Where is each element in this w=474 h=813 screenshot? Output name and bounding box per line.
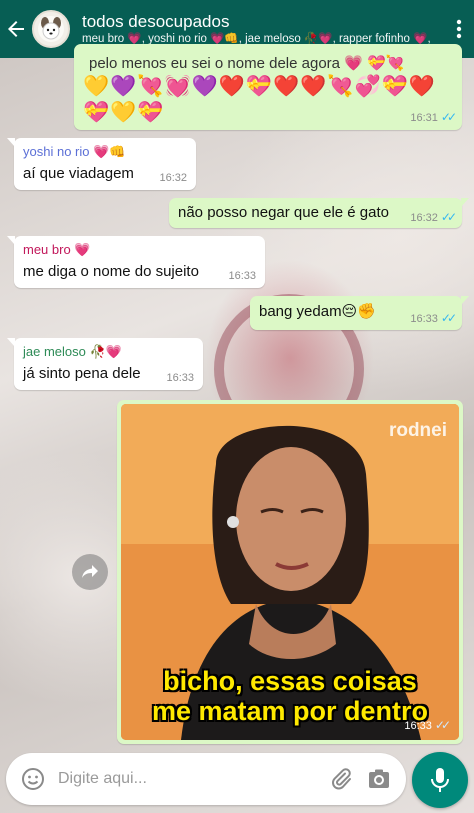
read-ticks-icon: ✓✓ <box>440 311 457 325</box>
forward-icon <box>82 565 98 578</box>
emoji-button[interactable] <box>18 764 48 794</box>
group-name: todos desocupados <box>82 11 230 31</box>
attach-button[interactable] <box>326 764 356 794</box>
message-sender: jae meloso 🥀💗 <box>23 344 122 359</box>
group-avatar[interactable] <box>32 10 70 48</box>
read-ticks-icon: ✓✓ <box>434 718 451 732</box>
meme-caption-line: bicho, essas coisas <box>163 666 417 696</box>
message-time: 16:33 <box>166 372 194 384</box>
more-vert-icon <box>456 19 462 39</box>
message-sender: yoshi no rio 💗👊 <box>23 144 126 159</box>
chat-title[interactable]: todos desocupados meu bro 💗, yoshi no ri… <box>82 12 444 47</box>
message-composer <box>6 753 406 805</box>
emoji-line: 💛💜💘💓💜❤️💝❤️❤️💘💞💝❤️ <box>83 75 436 98</box>
message-text: me diga o nome do sujeito <box>23 263 199 280</box>
mic-button[interactable] <box>412 752 468 808</box>
emoji-line: 💝💛💝 <box>83 101 165 124</box>
message-time: 16:33 ✓✓ <box>410 311 457 325</box>
read-ticks-icon: ✓✓ <box>440 110 457 124</box>
back-arrow-icon <box>8 21 24 37</box>
paperclip-icon <box>332 768 351 790</box>
meme-caption: bicho, essas coisas me matam por dentro <box>121 666 459 726</box>
message-incoming[interactable]: yoshi no rio 💗👊 aí que viadagem 16:32 <box>7 138 196 190</box>
message-input[interactable] <box>58 770 318 788</box>
message-time: 16:31 ✓✓ <box>410 110 457 124</box>
image-message[interactable]: rodnei bicho, essas coisas me matam por … <box>117 400 463 744</box>
message-sender: meu bro 💗 <box>23 242 91 257</box>
avatar-image <box>38 16 64 42</box>
meme-watermark: rodnei <box>388 420 447 441</box>
message-time: 16:33 <box>228 270 256 282</box>
message-time: 16:33 ✓✓ <box>404 718 451 732</box>
read-ticks-icon: ✓✓ <box>440 210 457 224</box>
emoji-icon <box>22 768 44 790</box>
meme-image[interactable]: rodnei bicho, essas coisas me matam por … <box>121 404 459 740</box>
message-text: pelo menos eu sei o nome dele agora 💗 💝💘 <box>89 55 405 72</box>
message-incoming[interactable]: jae meloso 🥀💗 já sinto pena dele 16:33 <box>7 338 203 390</box>
mic-icon <box>431 768 449 792</box>
back-button[interactable] <box>0 0 32 58</box>
forward-button[interactable] <box>72 554 108 590</box>
message-outgoing[interactable]: não posso negar que ele é gato 16:32 ✓✓ <box>169 198 469 228</box>
message-outgoing[interactable]: bang yedam😔✊ 16:33 ✓✓ <box>250 296 469 330</box>
message-outgoing[interactable]: pelo menos eu sei o nome dele agora 💗 💝💘… <box>74 44 462 130</box>
camera-icon <box>369 769 389 788</box>
message-time: 16:32 ✓✓ <box>410 210 457 224</box>
message-incoming[interactable]: meu bro 💗 me diga o nome do sujeito 16:3… <box>7 236 265 288</box>
camera-button[interactable] <box>364 764 394 794</box>
message-time: 16:32 <box>159 172 187 184</box>
